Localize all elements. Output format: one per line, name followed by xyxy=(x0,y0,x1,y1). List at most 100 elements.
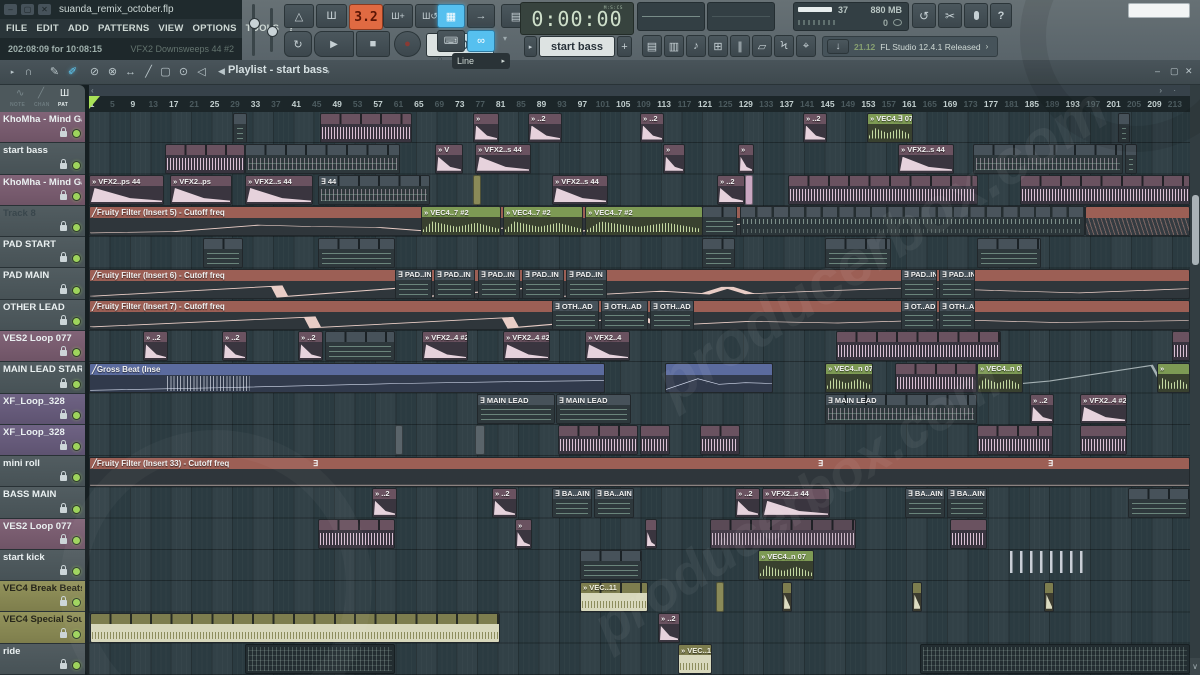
clip[interactable]: » VEC4.∃ 07 xyxy=(867,112,913,143)
delete-tool-icon[interactable]: ⊘ xyxy=(86,63,103,80)
lock-icon[interactable] xyxy=(60,283,67,294)
lock-icon[interactable] xyxy=(60,627,67,638)
clip[interactable]: » ..2 xyxy=(717,175,745,206)
remote-control-button[interactable]: ⌖ xyxy=(796,35,816,57)
menu-item-options[interactable]: OPTIONS xyxy=(193,23,237,34)
clip[interactable]: » V xyxy=(435,143,463,174)
pattern-prev-icon[interactable]: ▸ xyxy=(524,36,537,57)
clip[interactable] xyxy=(640,425,670,456)
track-lane[interactable]: » VFX2..ps 44 » VFX2..ps » VFX2..s 44 ∃ 44 »… xyxy=(89,175,1190,206)
clip[interactable] xyxy=(665,362,773,393)
clip[interactable]: » VFX2..ps 44 xyxy=(89,175,164,206)
track-lane[interactable]: ∃ MAIN LEAD ∃ MAIN LEAD ∃ MAIN LEAD » ..2 » … xyxy=(89,394,1190,425)
track-enable-led[interactable] xyxy=(72,254,81,264)
scroll-left-icon[interactable]: ‹ xyxy=(91,86,94,95)
track-header[interactable]: MAIN LEAD START xyxy=(0,362,85,394)
clip[interactable] xyxy=(977,425,1053,456)
track-header[interactable]: ride xyxy=(0,643,85,675)
clip[interactable]: » VFX2..4 #2 xyxy=(503,331,550,362)
main-volume-knob[interactable] xyxy=(249,18,260,29)
playlist-title[interactable]: Playlist - start bass xyxy=(228,64,328,76)
slice-tool-icon[interactable]: ╱ xyxy=(140,63,157,80)
clip[interactable]: » VFX2..4 xyxy=(585,331,630,362)
track-lane[interactable]: ╱Gross Beat (Inse » VEC4..n 07 » VEC4..n 0… xyxy=(89,362,1190,393)
wait-for-input-button[interactable]: Ш xyxy=(316,4,347,28)
clip[interactable]: » VFX2..s 44 xyxy=(245,175,313,206)
track-enable-led[interactable] xyxy=(72,160,81,170)
track-enable-led[interactable] xyxy=(72,379,81,389)
menu-item-edit[interactable]: EDIT xyxy=(36,23,58,34)
maximize-icon[interactable]: ▢ xyxy=(21,4,34,15)
clip[interactable]: ∃ BA..AIN xyxy=(594,487,634,518)
clip[interactable]: ╱Fruity Filter (Insert 6) - Cutoff freq xyxy=(89,268,1190,299)
tab-chan-label[interactable]: CHAN xyxy=(34,102,50,108)
track-lane[interactable]: » VEC4..n 07 xyxy=(89,550,1190,581)
clip[interactable] xyxy=(702,237,735,268)
clip[interactable] xyxy=(645,519,657,550)
track-lane[interactable] xyxy=(89,425,1190,456)
clip[interactable]: ∃ PAD..IN xyxy=(566,268,607,299)
piano-roll-button[interactable]: ♪ xyxy=(686,35,706,57)
clip[interactable]: ∃ OTH..AD xyxy=(939,300,975,331)
track-header[interactable]: VEC4 Special Sounds.. xyxy=(0,612,85,644)
playlist-minimize-icon[interactable]: – xyxy=(1155,66,1160,76)
track-enable-led[interactable] xyxy=(72,410,81,420)
lock-icon[interactable] xyxy=(60,377,67,388)
clip[interactable] xyxy=(895,362,977,393)
clip[interactable]: ∃ PAD..IN xyxy=(939,268,975,299)
track-lane[interactable]: ╱Fruity Filter (Insert 33) - Cutoff freq… xyxy=(89,456,1190,487)
clip[interactable]: ∃ MAIN LEAD xyxy=(477,394,555,425)
clip[interactable]: » ..2 xyxy=(143,331,168,362)
pattern-song-toggle[interactable]: ▦ xyxy=(437,4,465,28)
playlist-grid[interactable]: » » ..2 » ..2 » ..2 » VEC4.∃ 07 » V » VFX2..s … xyxy=(89,112,1190,675)
snap-selector[interactable]: Line ▸ xyxy=(452,53,510,69)
download-button[interactable]: ↓ xyxy=(827,39,849,54)
clip[interactable]: ∃ OTH..AD xyxy=(650,300,694,331)
clip[interactable] xyxy=(473,175,481,206)
clip[interactable]: » VEC4..7 #2 xyxy=(585,206,703,237)
close-icon[interactable]: ✕ xyxy=(38,4,51,15)
track-header[interactable]: mini roll xyxy=(0,456,85,488)
clip[interactable]: » xyxy=(473,112,499,143)
link-button[interactable]: ∞ xyxy=(467,30,495,52)
clip[interactable] xyxy=(745,175,753,206)
clip[interactable] xyxy=(165,143,245,174)
timeline-ruler[interactable]: 1591317212529333741454953576165697377818… xyxy=(89,96,1190,112)
track-enable-led[interactable] xyxy=(72,473,81,483)
select-tool-icon[interactable]: ▢ xyxy=(157,63,174,80)
detach-icon[interactable]: ▸ xyxy=(4,63,21,80)
clip[interactable] xyxy=(1125,143,1137,174)
browser-button[interactable]: ⊞ xyxy=(708,35,728,57)
track-lane[interactable]: ╱Fruity Filter (Insert 6) - Cutoff freq ∃… xyxy=(89,268,1190,299)
clip[interactable]: » ..2 xyxy=(640,112,664,143)
clip[interactable] xyxy=(1080,425,1127,456)
clip[interactable] xyxy=(203,237,243,268)
repeat-button[interactable]: ↻ xyxy=(284,31,312,57)
vertical-scroll-handle[interactable] xyxy=(1191,195,1199,265)
lock-icon[interactable] xyxy=(60,158,67,169)
sync-button[interactable]: ↺ xyxy=(912,3,936,28)
clip[interactable] xyxy=(716,581,724,612)
clip[interactable] xyxy=(1172,331,1190,362)
clip[interactable]: » VFX2..s 44 xyxy=(898,143,954,174)
clip[interactable]: ∃ MAIN LEAD xyxy=(556,394,631,425)
clip[interactable] xyxy=(1128,487,1190,518)
clip[interactable] xyxy=(788,175,978,206)
clip[interactable]: » VEC4..n 07 xyxy=(825,362,873,393)
dropdown-icon[interactable]: ▾ xyxy=(503,34,507,43)
metronome-button[interactable]: △ xyxy=(284,4,314,28)
horizontal-scrollbar[interactable]: ‹ › · xyxy=(89,85,1190,96)
playlist-title-arrow-icon[interactable]: › xyxy=(320,63,337,80)
clip[interactable]: » ..2 xyxy=(492,487,517,518)
clip[interactable] xyxy=(950,519,987,550)
clip[interactable]: ∃ PAD..IN xyxy=(901,268,937,299)
track-header[interactable]: KhoMha - Mind Gam.. xyxy=(0,112,85,144)
clip[interactable]: ∃ OT..AD xyxy=(901,300,937,331)
lock-icon[interactable] xyxy=(60,252,67,263)
tab-pattern-icon[interactable]: Ш xyxy=(60,88,69,99)
clip[interactable]: » ..2 xyxy=(803,112,827,143)
clip[interactable]: ∃ PAD..IN xyxy=(522,268,564,299)
clip[interactable]: » ..2 xyxy=(1030,394,1054,425)
slip-tool-icon[interactable]: ↔ xyxy=(122,63,139,80)
stop-button[interactable]: ■ xyxy=(356,31,390,57)
